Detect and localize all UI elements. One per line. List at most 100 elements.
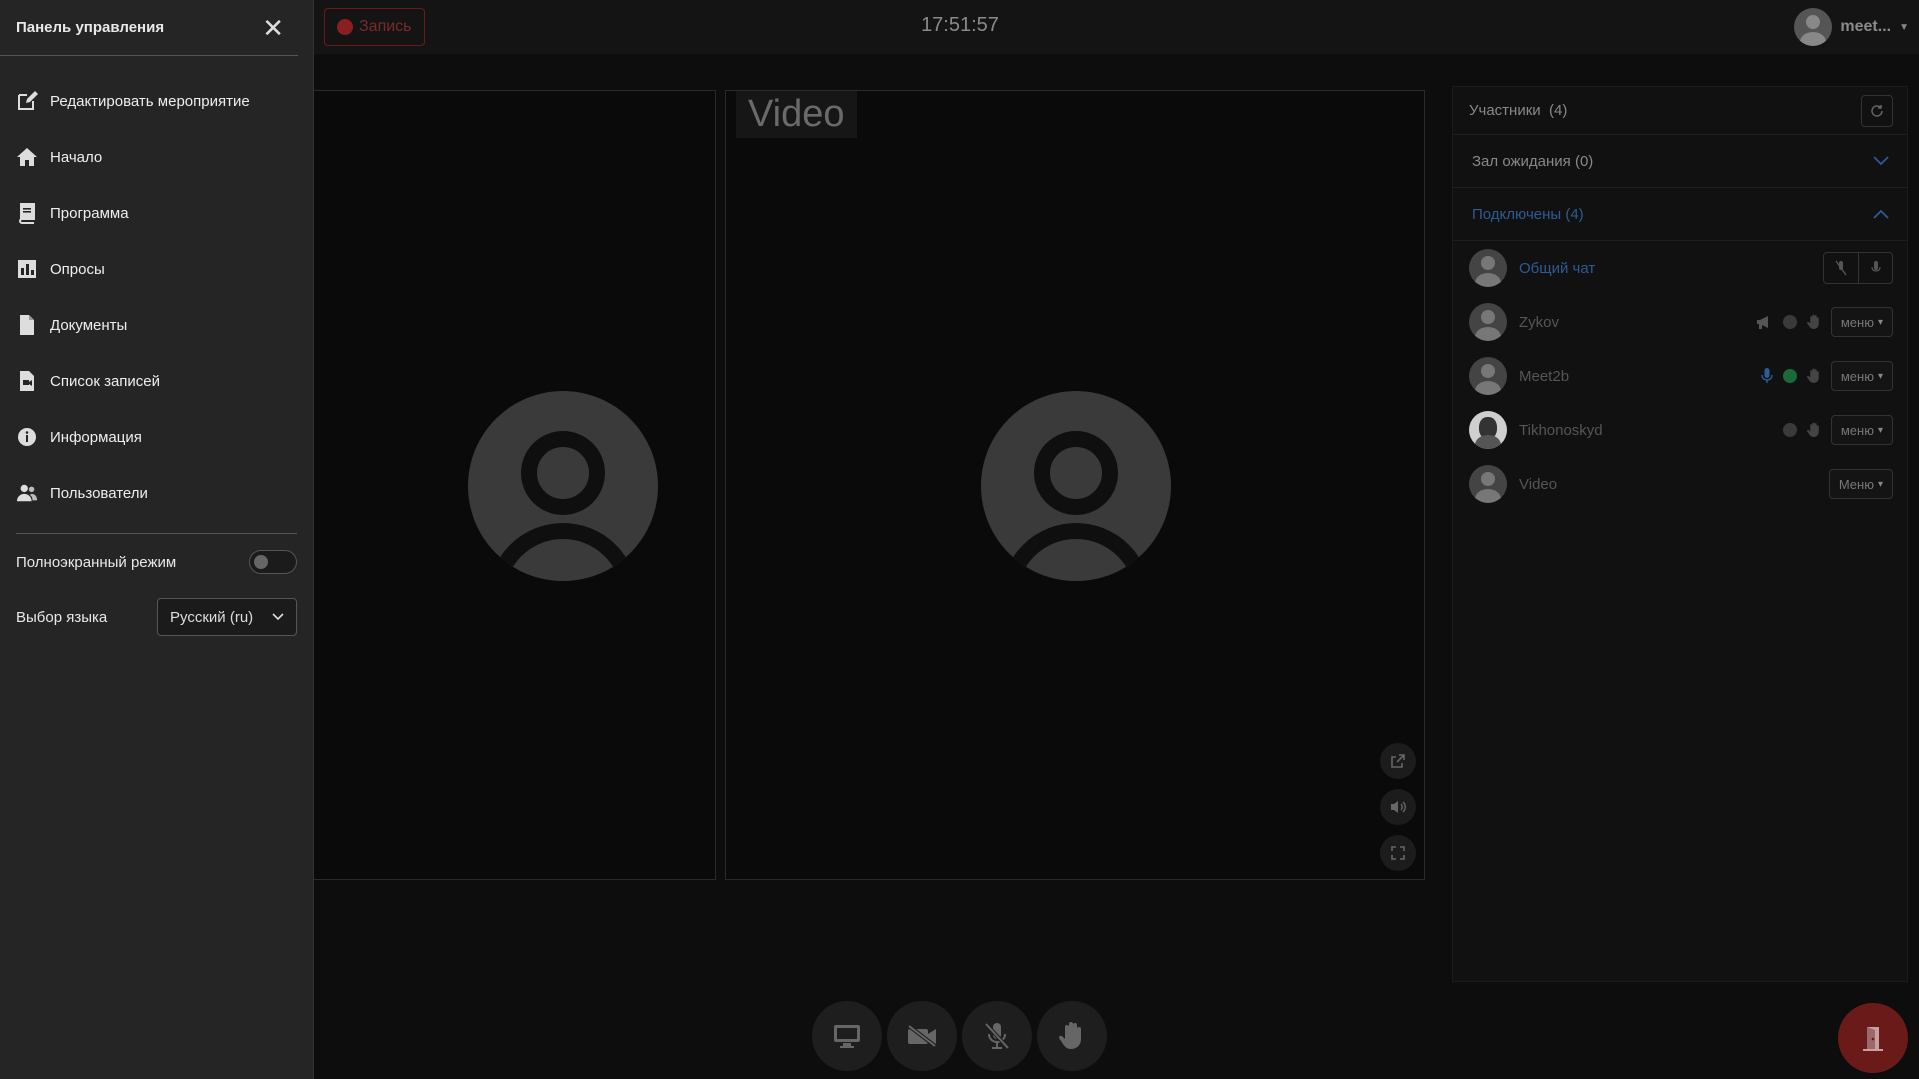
participant-avatar <box>1469 411 1507 449</box>
user-name: meet... <box>1840 18 1892 35</box>
hand-icon[interactable] <box>1806 422 1821 438</box>
microphone-icon[interactable] <box>1761 367 1773 385</box>
mute-all-button[interactable] <box>1824 253 1858 283</box>
menu-item-label: Опросы <box>50 260 105 278</box>
waiting-room-section[interactable]: Зал ожидания (0) <box>1453 135 1907 188</box>
participants-header: Участники (4) <box>1453 87 1907 135</box>
participant-row[interactable]: Meet2b меню ▾ <box>1453 349 1907 403</box>
clock: 17:51:57 <box>921 14 999 36</box>
microphone-off-icon <box>1835 260 1847 276</box>
menu-item-program[interactable]: Программа <box>0 185 313 241</box>
menu-item-label: Начало <box>50 148 103 166</box>
participant-avatar <box>1469 465 1507 503</box>
status-dot <box>1782 315 1797 329</box>
menu-item-documents[interactable]: Документы <box>0 297 313 353</box>
language-select[interactable]: Русский (ru) <box>157 598 297 636</box>
close-icon[interactable]: ✕ <box>262 15 284 41</box>
participant-avatar <box>1469 303 1507 341</box>
participant-avatar <box>1469 249 1507 287</box>
user-menu[interactable]: meet... ▼ <box>1794 8 1909 46</box>
volume-icon[interactable] <box>1380 789 1416 825</box>
menu-item-home[interactable]: Начало <box>0 129 313 185</box>
participant-menu-button[interactable]: меню ▾ <box>1830 415 1893 445</box>
participant-avatar-placeholder <box>468 391 658 581</box>
participant-menu-button[interactable]: Меню ▾ <box>1828 469 1893 499</box>
fullscreen-row: Полноэкранный режим <box>0 534 313 590</box>
menu-item-label: Документы <box>50 316 128 334</box>
info-icon <box>18 428 36 446</box>
microphone-icon <box>1870 261 1881 272</box>
participant-row[interactable]: Zykov меню ▾ <box>1453 295 1907 349</box>
connected-label: Подключены (4) <box>1472 205 1584 223</box>
menu-item-edit-event[interactable]: Редактировать мероприятие <box>0 73 313 129</box>
chevron-down-icon: ▾ <box>1877 316 1883 328</box>
hand-icon[interactable] <box>1806 314 1821 330</box>
participant-name: Zykov <box>1519 313 1560 331</box>
unmute-all-button[interactable] <box>1858 253 1892 283</box>
menu-item-label: Список записей <box>50 372 161 390</box>
menu-item-label: Пользователи <box>50 484 148 502</box>
edit-icon <box>18 91 38 110</box>
participant-name: Video <box>1519 475 1558 493</box>
camera-off-icon <box>907 1024 937 1048</box>
chevron-up-icon <box>1873 209 1889 219</box>
menu-item-label: Информация <box>50 428 142 446</box>
refresh-icon <box>1871 104 1883 117</box>
record-button[interactable]: Запись <box>324 8 425 46</box>
record-icon <box>337 19 353 35</box>
record-label: Запись <box>359 18 412 35</box>
microphone-off-icon <box>984 1022 1010 1050</box>
participant-name[interactable]: Общий чат <box>1519 260 1811 277</box>
participant-row[interactable]: Общий чат <box>1453 241 1907 295</box>
participants-count: (4) <box>1549 102 1568 119</box>
fullscreen-icon[interactable] <box>1380 835 1416 871</box>
document-icon <box>20 315 34 335</box>
participant-row[interactable]: Tikhonoskyd меню ▾ <box>1453 403 1907 457</box>
recordings-icon <box>20 371 34 391</box>
megaphone-icon[interactable] <box>1755 314 1773 330</box>
chevron-down-icon <box>272 613 284 621</box>
language-row: Выбор языка Русский (ru) <box>0 590 313 644</box>
home-icon <box>17 148 37 166</box>
participant-avatar-placeholder <box>981 391 1171 581</box>
chat-mute-controls <box>1823 252 1893 284</box>
participant-menu-button[interactable]: меню ▾ <box>1830 361 1893 391</box>
fullscreen-toggle[interactable] <box>249 550 297 574</box>
tile-label: Video <box>736 91 857 138</box>
leave-button[interactable] <box>1838 1003 1908 1073</box>
fullscreen-label: Полноэкранный режим <box>16 553 177 571</box>
monitor-icon <box>834 1025 860 1048</box>
chevron-down-icon: ▾ <box>1877 370 1883 382</box>
menu-item-polls[interactable]: Опросы <box>0 241 313 297</box>
participant-row[interactable]: Video Меню ▾ <box>1453 457 1907 511</box>
menu-item-recordings[interactable]: Список записей <box>0 353 313 409</box>
hand-icon <box>1059 1022 1081 1049</box>
participant-menu-button[interactable]: меню ▾ <box>1830 307 1893 337</box>
camera-toggle-button[interactable] <box>887 1001 957 1071</box>
menu-item-information[interactable]: Информация <box>0 409 313 465</box>
menu-item-users[interactable]: Пользователи <box>0 465 313 521</box>
menu-label: Меню <box>1838 476 1874 492</box>
waiting-room-label: Зал ожидания (0) <box>1472 152 1594 170</box>
refresh-button[interactable] <box>1861 94 1893 127</box>
microphone-toggle-button[interactable] <box>962 1001 1032 1071</box>
video-tile-video[interactable]: Video <box>725 90 1425 880</box>
media-controls <box>812 1001 1107 1071</box>
language-value: Русский (ru) <box>170 608 254 626</box>
chevron-down-icon: ▾ <box>1877 424 1883 436</box>
participant-name: Tikhonoskyd <box>1519 421 1603 439</box>
book-icon <box>19 203 35 224</box>
popout-icon[interactable] <box>1380 743 1416 779</box>
drawer-title: Панель управления <box>16 19 165 36</box>
raise-hand-button[interactable] <box>1037 1001 1107 1071</box>
screen-share-button[interactable] <box>812 1001 882 1071</box>
control-panel-drawer: Панель управления ✕ Редактировать меропр… <box>0 0 314 1079</box>
connected-section[interactable]: Подключены (4) <box>1453 188 1907 241</box>
participant-name: Meet2b <box>1519 367 1570 385</box>
users-icon <box>16 484 38 502</box>
hand-icon[interactable] <box>1806 368 1821 384</box>
status-dot <box>1782 423 1797 437</box>
participants-title-text: Участники <box>1469 102 1541 119</box>
menu-label: меню <box>1840 368 1874 384</box>
participant-avatar <box>1469 357 1507 395</box>
